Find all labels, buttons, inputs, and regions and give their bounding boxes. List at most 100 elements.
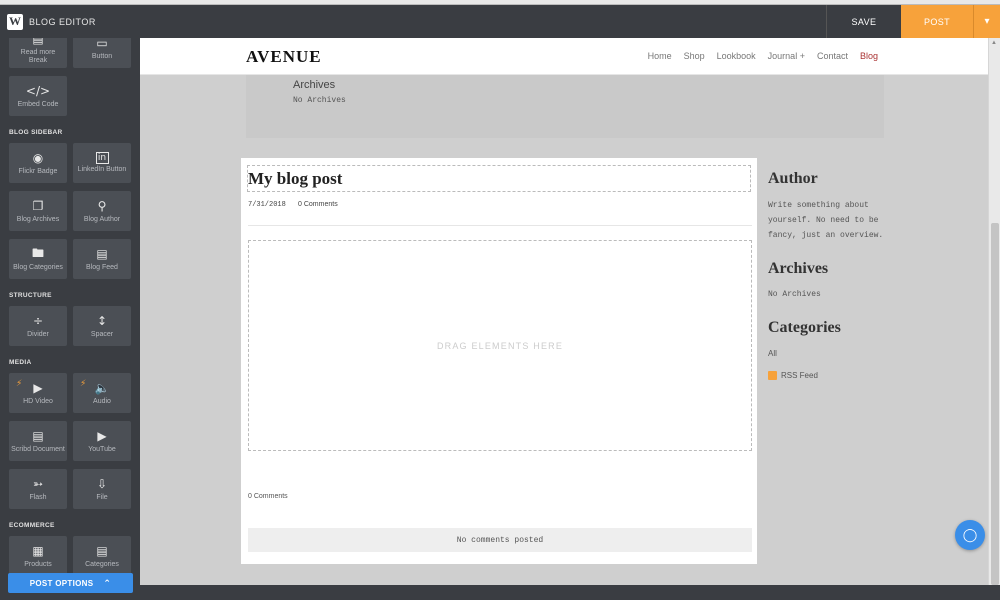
post-options-caret-icon[interactable]: ▾ bbox=[973, 5, 1000, 38]
author-icon: ⚲ bbox=[97, 199, 107, 213]
lightbulb-icon: ◯ bbox=[962, 527, 978, 542]
tile-label: Blog Author bbox=[83, 215, 121, 223]
tile-scribd-document[interactable]: ▤ Scribd Document bbox=[9, 421, 67, 461]
post-title-field[interactable]: My blog post bbox=[247, 165, 751, 192]
tile-label: HD Video bbox=[23, 397, 53, 405]
button-icon: ▭ bbox=[96, 38, 108, 50]
section-blog-sidebar: BLOG SIDEBAR bbox=[9, 129, 63, 136]
categories-heading: Categories bbox=[768, 319, 841, 336]
tile-label: Blog Feed bbox=[86, 263, 118, 271]
tile-label: LinkedIn Button bbox=[77, 166, 127, 173]
scroll-thumb[interactable] bbox=[991, 223, 999, 585]
drop-zone[interactable]: DRAG ELEMENTS HERE bbox=[248, 240, 752, 451]
post-options-label: POST OPTIONS bbox=[29, 578, 94, 588]
nav-contact[interactable]: Contact bbox=[817, 51, 848, 61]
tile-label: Blog Categories bbox=[13, 263, 63, 271]
categories-icon: ▤ bbox=[96, 544, 108, 558]
category-all-link[interactable]: All bbox=[768, 346, 888, 361]
tile-label: File bbox=[96, 493, 108, 501]
tile-label: Flash bbox=[29, 493, 47, 501]
nav-lookbook[interactable]: Lookbook bbox=[717, 51, 756, 61]
tile-categories[interactable]: ▤ Categories bbox=[73, 536, 131, 576]
tile-blog-categories[interactable]: 🖿 Blog Categories bbox=[9, 239, 67, 279]
rss-feed-link[interactable]: RSS Feed bbox=[768, 371, 888, 380]
flickr-icon: ◉ bbox=[32, 151, 44, 165]
nav-home[interactable]: Home bbox=[648, 51, 672, 61]
tile-label: Divider bbox=[27, 330, 49, 338]
rss-label: RSS Feed bbox=[781, 371, 818, 380]
rss-icon bbox=[768, 371, 777, 380]
site-nav: Home Shop Lookbook Journal + Contact Blo… bbox=[648, 51, 878, 61]
elements-sidebar: ▤ Read more Break ▭ Button </> Embed Cod… bbox=[0, 38, 140, 600]
archives-heading: Archives bbox=[293, 79, 336, 91]
tile-label: Audio bbox=[93, 397, 111, 405]
nav-journal[interactable]: Journal + bbox=[768, 51, 805, 61]
linkedin-icon: in bbox=[95, 152, 109, 164]
archives-sidebar-text: No Archives bbox=[768, 290, 821, 299]
drop-placeholder: DRAG ELEMENTS HERE bbox=[436, 340, 564, 351]
author-heading: Author bbox=[768, 170, 818, 187]
tile-label: Flickr Badge bbox=[18, 167, 58, 175]
tile-label: YouTube bbox=[88, 445, 116, 453]
tile-hd-video[interactable]: ⚡ ▶ HD Video bbox=[9, 373, 67, 413]
tile-embed-code[interactable]: </> Embed Code bbox=[9, 76, 67, 116]
comments-count[interactable]: 0 Comments bbox=[248, 493, 288, 500]
premium-bolt-icon: ⚡ bbox=[80, 378, 87, 388]
tile-blog-feed[interactable]: ▤ Blog Feed bbox=[73, 239, 131, 279]
chevron-up-icon: ⌃ bbox=[103, 577, 112, 588]
products-icon: ▦ bbox=[32, 544, 44, 558]
tile-label: Spacer bbox=[90, 330, 114, 338]
archives-sidebar-heading: Archives bbox=[768, 260, 829, 277]
tile-divider[interactable]: ÷ Divider bbox=[9, 306, 67, 346]
premium-bolt-icon: ⚡ bbox=[16, 378, 23, 388]
tile-label: Products bbox=[24, 560, 52, 568]
nav-shop[interactable]: Shop bbox=[684, 51, 705, 61]
scroll-up-arrow-icon[interactable]: ▲ bbox=[991, 40, 997, 46]
post-divider bbox=[248, 225, 752, 226]
tile-read-more-break[interactable]: ▤ Read more Break bbox=[9, 38, 67, 68]
tile-label: Categories bbox=[85, 560, 119, 568]
save-button[interactable]: SAVE bbox=[826, 5, 901, 38]
tile-spacer[interactable]: ↕ Spacer bbox=[73, 306, 131, 346]
document-icon: ▤ bbox=[32, 429, 44, 443]
tile-label: Blog Archives bbox=[16, 215, 60, 223]
spacer-icon: ↕ bbox=[96, 314, 108, 328]
read-more-icon: ▤ bbox=[32, 38, 44, 46]
app-title: BLOG EDITOR bbox=[29, 16, 96, 27]
weebly-logo-icon[interactable]: W bbox=[7, 13, 23, 30]
tile-button[interactable]: ▭ Button bbox=[73, 38, 131, 68]
post-date: 7/31/2018 bbox=[248, 201, 286, 209]
no-comments-box: No comments posted bbox=[248, 528, 752, 552]
post-options-button[interactable]: POST OPTIONS ⌃ bbox=[8, 573, 133, 593]
feed-icon: ▤ bbox=[96, 247, 108, 261]
section-ecommerce: ECOMMERCE bbox=[9, 522, 55, 529]
blog-post-card: My blog post 7/31/2018 0 Comments DRAG E… bbox=[241, 158, 757, 564]
editor-toolbar: W BLOG EDITOR SAVE POST ▾ bbox=[0, 5, 1000, 38]
tile-youtube[interactable]: ▶ YouTube bbox=[73, 421, 131, 461]
tile-flickr-badge[interactable]: ◉ Flickr Badge bbox=[9, 143, 67, 183]
tile-flash[interactable]: ➳ Flash bbox=[9, 469, 67, 509]
tile-label: Scribd Document bbox=[11, 445, 65, 453]
folder-icon: 🖿 bbox=[31, 245, 44, 260]
help-lightbulb-button[interactable]: ◯ bbox=[955, 520, 985, 550]
audio-icon: 🔈 bbox=[94, 381, 110, 395]
tile-label: Embed Code bbox=[17, 100, 59, 108]
post-button[interactable]: POST bbox=[901, 5, 973, 38]
blog-right-sidebar: Author Write something about yourself. N… bbox=[768, 170, 888, 380]
tile-blog-author[interactable]: ⚲ Blog Author bbox=[73, 191, 131, 231]
archives-section-overlay: Archives No Archives bbox=[246, 75, 884, 138]
divider-icon: ÷ bbox=[32, 314, 44, 328]
section-structure: STRUCTURE bbox=[9, 292, 52, 299]
post-comments-link[interactable]: 0 Comments bbox=[298, 201, 338, 208]
post-meta: 7/31/2018 0 Comments bbox=[248, 201, 346, 209]
site-logo[interactable]: AVENUE bbox=[246, 47, 322, 67]
nav-blog[interactable]: Blog bbox=[860, 51, 878, 61]
tile-products[interactable]: ▦ Products bbox=[9, 536, 67, 576]
tile-linkedin-button[interactable]: in LinkedIn Button bbox=[73, 143, 131, 183]
tile-file[interactable]: ⇩ File bbox=[73, 469, 131, 509]
page-scrollbar[interactable]: ▲ bbox=[988, 38, 1000, 585]
tile-audio[interactable]: ⚡ 🔈 Audio bbox=[73, 373, 131, 413]
post-title: My blog post bbox=[248, 169, 343, 188]
tile-blog-archives[interactable]: ❐ Blog Archives bbox=[9, 191, 67, 231]
archives-icon: ❐ bbox=[32, 199, 44, 213]
